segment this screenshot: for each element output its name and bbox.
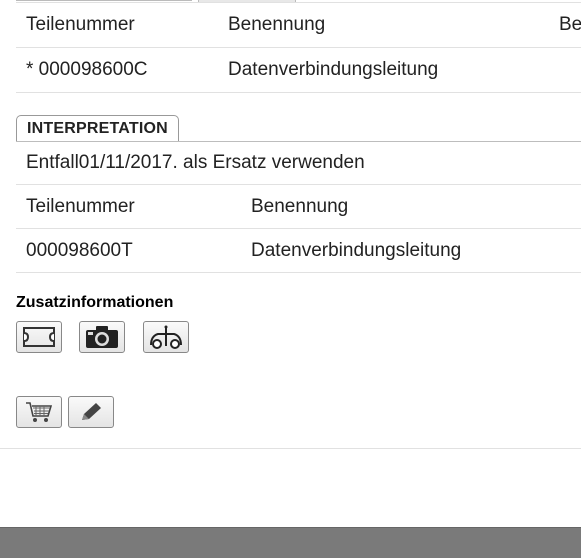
column-header-teilenummer: Teilenummer <box>26 196 135 217</box>
table-header-row: Teilenummer Benennung Be <box>16 3 581 48</box>
frame-icon <box>23 327 55 347</box>
interpretation-note: Entfall01/11/2017. als Ersatz verwenden <box>26 152 365 173</box>
cell-benennung: Datenverbindungsleitung <box>228 59 439 80</box>
footer-bar <box>0 527 581 558</box>
camera-button[interactable] <box>79 321 125 353</box>
column-header-teilenummer: Teilenummer <box>26 14 135 35</box>
camera-icon <box>86 326 118 348</box>
table-row[interactable]: 000098600T Datenverbindungsleitung <box>16 229 581 273</box>
cell-teilenummer: 000098600T <box>26 240 133 261</box>
cart-button[interactable] <box>16 396 62 428</box>
pencil-icon <box>82 403 101 420</box>
table-row[interactable]: * 000098600C Datenverbindungsleitung <box>16 48 581 93</box>
interpretation-note-row: Entfall01/11/2017. als Ersatz verwenden <box>16 142 581 185</box>
frame-button[interactable] <box>16 321 62 353</box>
cart-icon <box>26 402 53 422</box>
cell-benennung: Datenverbindungsleitung <box>251 240 462 261</box>
vehicle-position-icon <box>150 325 182 349</box>
column-header-benennung: Benennung <box>228 14 326 35</box>
parts-table: Teilenummer Benennung Be * 000098600C Da… <box>16 2 581 93</box>
zusatzinformationen-title: Zusatzinformationen <box>16 294 174 311</box>
column-header-truncated: Be <box>559 14 581 35</box>
tab-interpretation[interactable]: INTERPRETATION <box>16 115 179 142</box>
cell-teilenummer: * 000098600C <box>26 59 148 80</box>
section-divider <box>0 448 581 449</box>
edit-button[interactable] <box>68 396 114 428</box>
table-header-row: Teilenummer Benennung <box>16 185 581 229</box>
vehicle-position-button[interactable] <box>143 321 189 353</box>
interpretation-table: Entfall01/11/2017. als Ersatz verwenden … <box>16 141 581 273</box>
column-header-benennung: Benennung <box>251 196 349 217</box>
